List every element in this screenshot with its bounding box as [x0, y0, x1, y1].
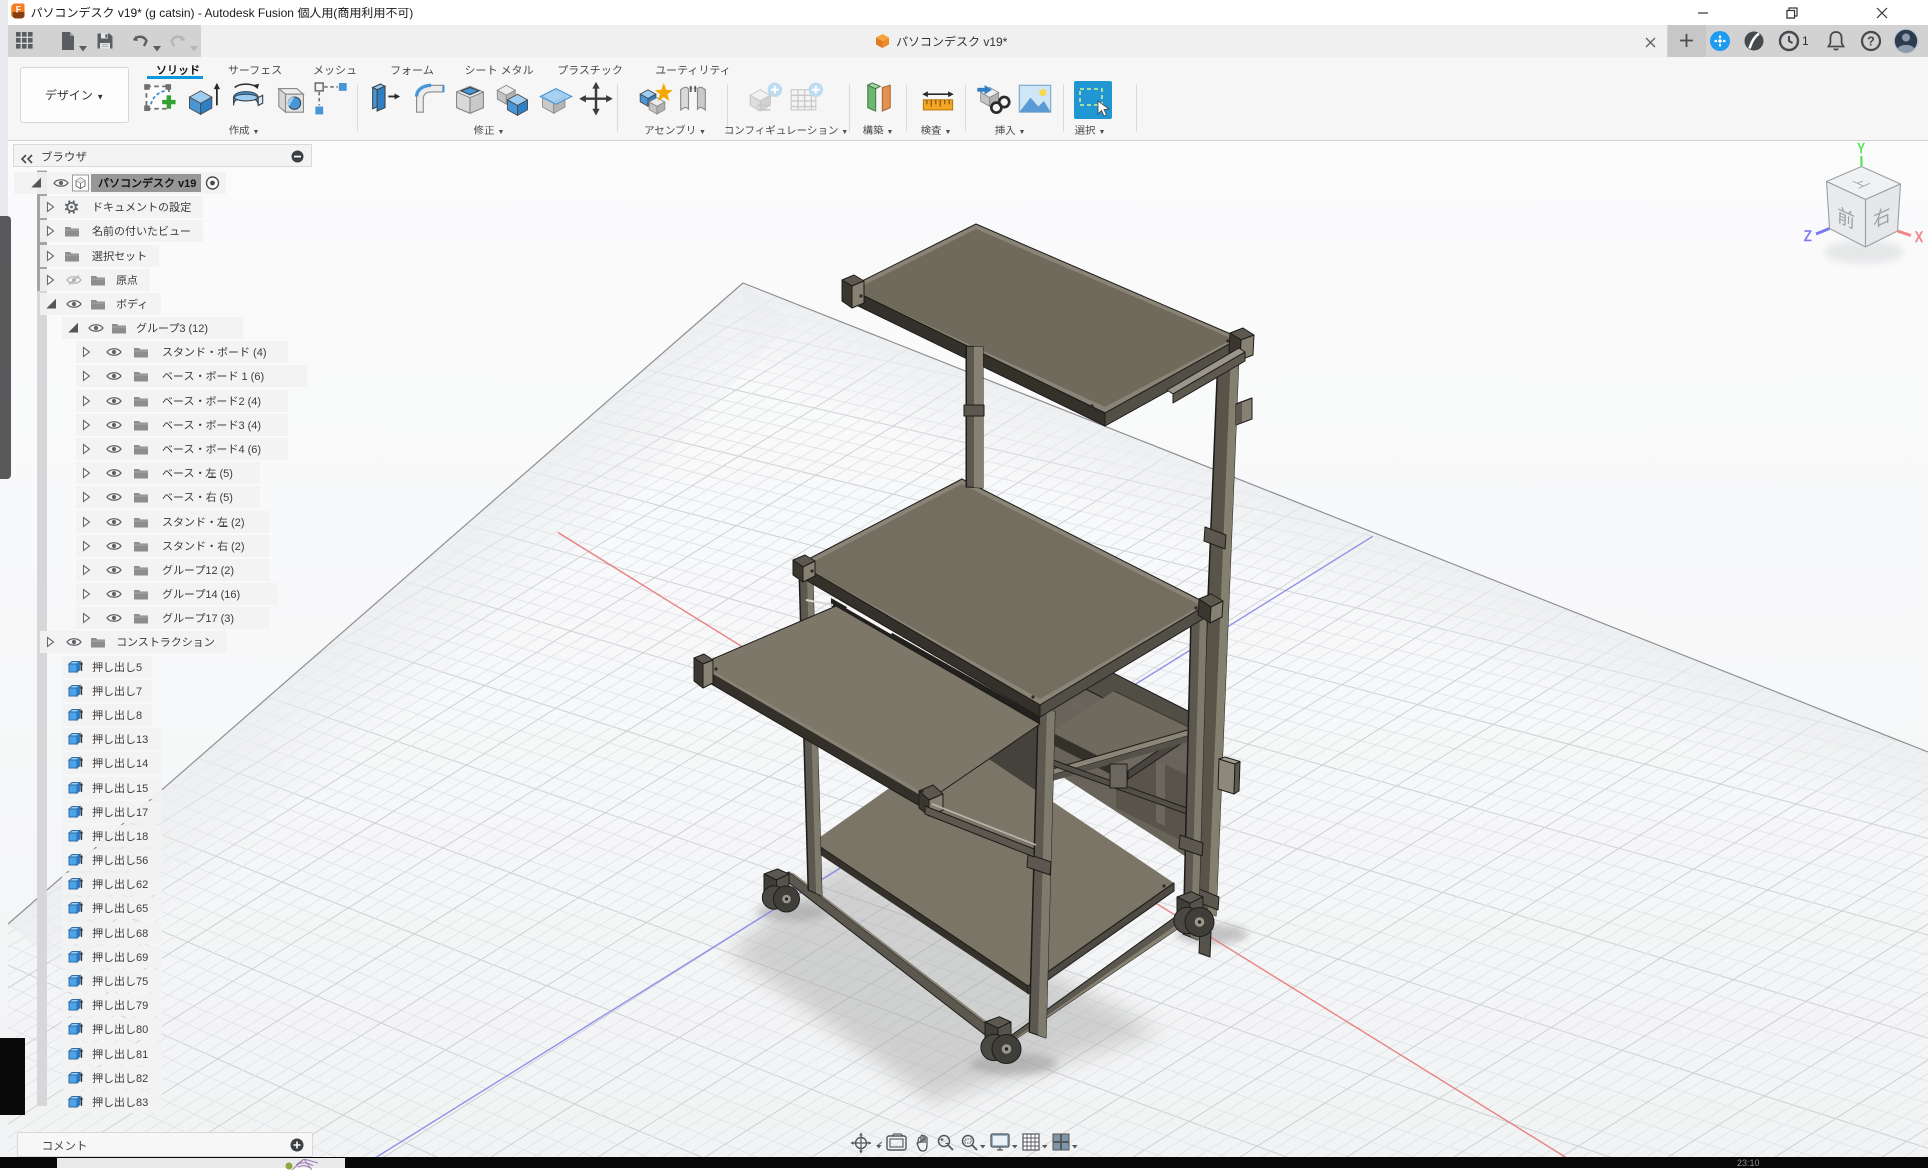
svg-text:X: X: [1914, 227, 1924, 247]
svg-text:?: ?: [1867, 34, 1875, 48]
svg-text:Y: Y: [1857, 141, 1866, 157]
svg-text:Z: Z: [1804, 226, 1813, 246]
